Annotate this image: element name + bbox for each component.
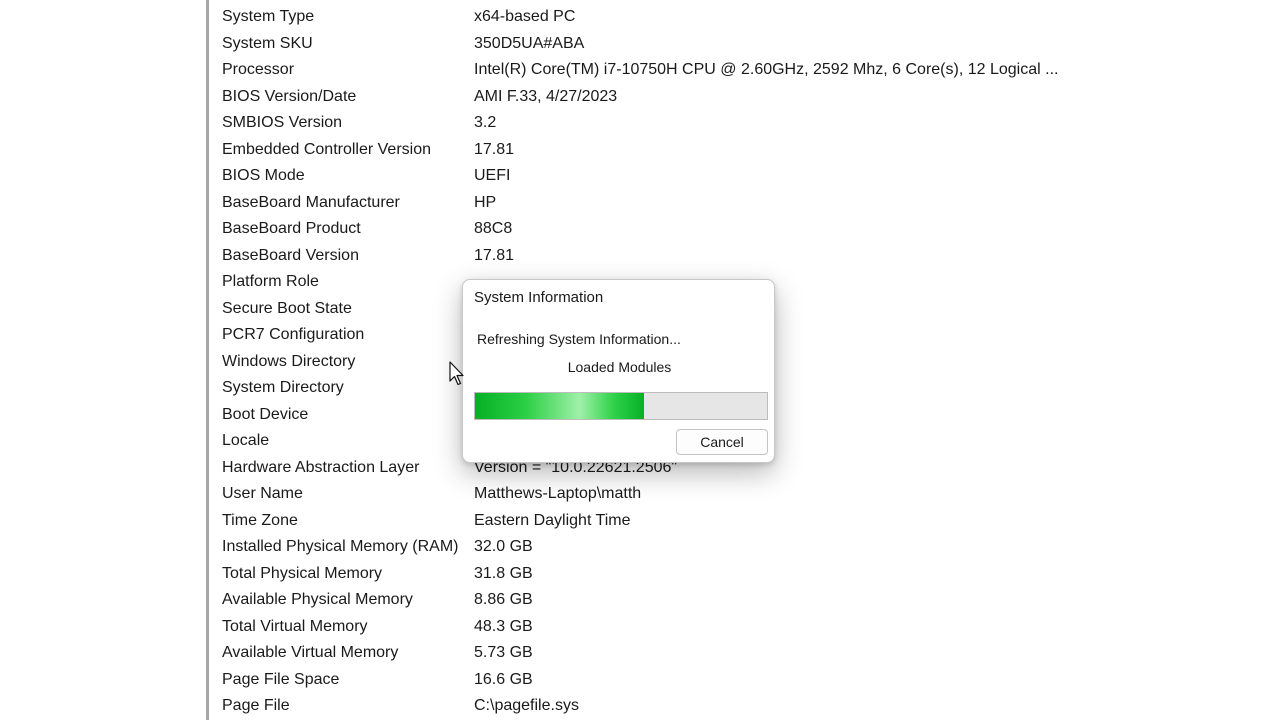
summary-item-name: PCR7 Configuration: [222, 326, 365, 343]
summary-row[interactable]: Page File Space 16.6 GB: [209, 667, 1280, 694]
cancel-button[interactable]: Cancel: [676, 429, 768, 455]
dialog-status-text: Refreshing System Information...: [477, 331, 681, 347]
summary-item-name: BIOS Version/Date: [222, 87, 357, 105]
summary-item-name: Secure Boot State: [222, 299, 352, 317]
summary-item-value: 31.8 GB: [474, 564, 533, 582]
summary-item-name: Processor: [222, 61, 295, 78]
summary-item-name: Available Physical Memory: [222, 591, 413, 608]
summary-item-name: Hardware Abstraction Layer: [222, 458, 420, 476]
summary-item-value: 8.86 GB: [474, 591, 533, 608]
summary-item-name: Available Virtual Memory: [222, 644, 399, 661]
summary-row[interactable]: System Type x64-based PC: [209, 4, 1280, 31]
progress-fill: [475, 393, 645, 419]
summary-item-name: SMBIOS Version: [222, 114, 343, 131]
summary-item-name: Page File: [222, 697, 290, 714]
summary-row[interactable]: System SKU 350D5UA#ABA: [209, 31, 1280, 58]
summary-row[interactable]: Installed Physical Memory (RAM) 32.0 GB: [209, 534, 1280, 561]
summary-item-value: 17.81: [474, 140, 515, 158]
summary-item-name: System Type: [222, 8, 315, 25]
summary-row[interactable]: Total Virtual Memory 48.3 GB: [209, 614, 1280, 641]
summary-item-name: Total Virtual Memory: [222, 617, 368, 635]
summary-row[interactable]: Page File C:\pagefile.sys: [209, 693, 1280, 720]
summary-row[interactable]: Embedded Controller Version 17.81: [209, 137, 1280, 164]
summary-item-name: Time Zone: [222, 511, 298, 529]
summary-row[interactable]: BIOS Version/Date AMI F.33, 4/27/2023: [209, 84, 1280, 111]
summary-item-value: 5.73 GB: [474, 644, 533, 661]
summary-row[interactable]: BaseBoard Product 88C8: [209, 216, 1280, 243]
refresh-progress-bar: [474, 392, 768, 420]
summary-row[interactable]: BaseBoard Manufacturer HP: [209, 190, 1280, 217]
summary-item-value: Intel(R) Core(TM) i7-10750H CPU @ 2.60GH…: [474, 61, 1059, 78]
mouse-pointer-icon: [449, 361, 464, 386]
summary-item-value: HP: [474, 193, 497, 211]
dialog-module-text: Loaded Modules: [567, 359, 672, 375]
summary-item-name: BaseBoard Product: [222, 220, 361, 237]
summary-item-value: 17.81: [474, 246, 515, 264]
summary-item-name: BIOS Mode: [222, 167, 305, 184]
summary-item-name: Embedded Controller Version: [222, 140, 432, 158]
summary-item-name: BaseBoard Version: [222, 246, 359, 264]
summary-row[interactable]: Total Physical Memory 31.8 GB: [209, 561, 1280, 588]
summary-item-value: Matthews-Laptop\matth: [474, 485, 642, 502]
summary-item-value: 3.2: [474, 114, 497, 131]
summary-item-value: Eastern Daylight Time: [474, 511, 631, 529]
dialog-title: System Information: [474, 289, 604, 306]
summary-row[interactable]: Processor Intel(R) Core(TM) i7-10750H CPU…: [209, 57, 1280, 84]
summary-item-value: 16.6 GB: [474, 670, 533, 688]
summary-item-value: x64-based PC: [474, 8, 576, 25]
summary-item-value: 350D5UA#ABA: [474, 34, 585, 52]
summary-row[interactable]: BIOS Mode UEFI: [209, 163, 1280, 190]
summary-row[interactable]: Available Virtual Memory 5.73 GB: [209, 640, 1280, 667]
summary-item-value: AMI F.33, 4/27/2023: [474, 87, 618, 105]
summary-item-name: System Directory: [222, 379, 344, 396]
category-tree-pane[interactable]: [0, 0, 206, 720]
summary-item-value: UEFI: [474, 167, 511, 184]
summary-item-name: Platform Role: [222, 273, 319, 290]
summary-item-name: Locale: [222, 432, 270, 449]
summary-item-name: Total Physical Memory: [222, 564, 383, 582]
summary-row[interactable]: Available Physical Memory 8.86 GB: [209, 587, 1280, 614]
summary-item-name: System SKU: [222, 34, 313, 52]
refresh-dialog: System Information Refreshing System Inf…: [462, 279, 775, 463]
summary-item-name: Windows Directory: [222, 352, 356, 370]
summary-item-name: Installed Physical Memory (RAM): [222, 538, 459, 555]
summary-item-name: Page File Space: [222, 670, 340, 688]
summary-item-name: Boot Device: [222, 405, 309, 423]
summary-item-value: 88C8: [474, 220, 513, 237]
summary-item-value: 32.0 GB: [474, 538, 533, 555]
summary-item-name: BaseBoard Manufacturer: [222, 193, 400, 211]
summary-item-value: C:\pagefile.sys: [474, 697, 579, 714]
summary-item-name: User Name: [222, 485, 303, 502]
summary-row[interactable]: User Name Matthews-Laptop\matth: [209, 481, 1280, 508]
summary-row[interactable]: BaseBoard Version 17.81: [209, 243, 1280, 270]
summary-item-value: 48.3 GB: [474, 617, 533, 635]
summary-row[interactable]: SMBIOS Version 3.2: [209, 110, 1280, 137]
summary-row[interactable]: Time Zone Eastern Daylight Time: [209, 508, 1280, 535]
